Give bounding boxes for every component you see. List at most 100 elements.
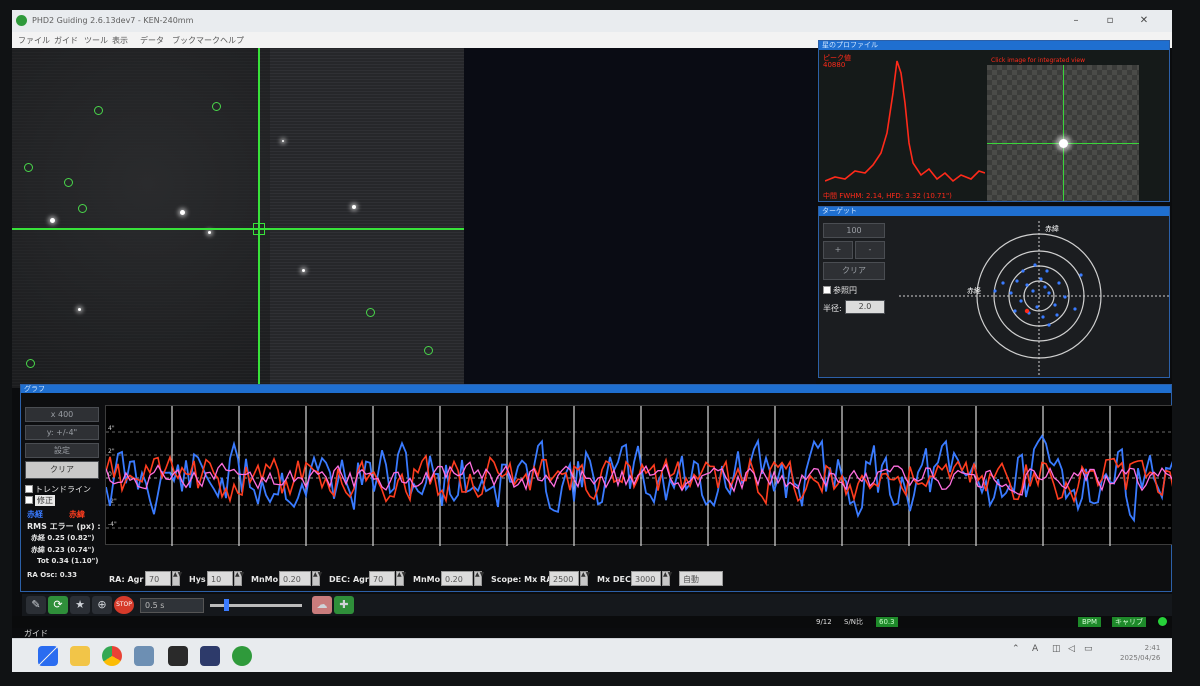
crosshair-horizontal: [12, 228, 464, 230]
trendline-label: トレンドライン: [35, 485, 91, 494]
dec-agr-label: DEC: Agr: [329, 575, 369, 584]
menu-help[interactable]: ヘルプ: [220, 35, 244, 46]
graph-y-scale-select[interactable]: y: +/-4": [25, 425, 99, 440]
connect-gear-icon[interactable]: ✎: [26, 596, 46, 614]
star: [78, 308, 81, 311]
ra-agr-spinner[interactable]: ▲▼: [172, 571, 182, 586]
mx-ra-input[interactable]: 2500: [549, 571, 579, 586]
stellarium-icon[interactable]: [200, 646, 220, 666]
ra-agr-input[interactable]: 70: [145, 571, 171, 586]
brain-icon[interactable]: ☁: [312, 596, 332, 614]
main-toolbar: ✎ ⟳ ★ ⊕ STOP 0.5 s ☁ ✚: [22, 594, 1172, 616]
taskbar-clock[interactable]: 2:41 2025/04/26: [1120, 643, 1160, 663]
target-scale-select[interactable]: 100: [823, 223, 885, 238]
terminal-icon[interactable]: [168, 646, 188, 666]
mx-dec-input[interactable]: 3000: [631, 571, 661, 586]
camera-frame[interactable]: [12, 48, 464, 388]
window-title: PHD2 Guiding 2.6.13dev7 - KEN-240mm: [32, 16, 194, 25]
star-profile-curve: [825, 60, 985, 183]
hys-label: Hys: [189, 575, 206, 584]
guide-target-icon[interactable]: ⊕: [92, 596, 112, 614]
tray-ime-icon[interactable]: A: [1032, 644, 1038, 654]
guide-star-marker: [24, 163, 33, 172]
menu-data[interactable]: データ: [140, 35, 164, 46]
graph-clear-button[interactable]: クリア: [25, 461, 99, 479]
camera-frame-empty-area: [464, 48, 816, 388]
menu-file[interactable]: ファイル: [18, 35, 50, 46]
tray-battery-icon[interactable]: ▭: [1084, 644, 1093, 654]
target-zoom-out-button[interactable]: -: [855, 241, 885, 259]
auto-select-star-icon[interactable]: ★: [70, 596, 90, 614]
dec-mnmo-input[interactable]: 0.20: [441, 571, 473, 586]
guide-star-marker: [64, 178, 73, 187]
graph-settings-button[interactable]: 設定: [25, 443, 99, 458]
desktop-screen: PHD2 Guiding 2.6.13dev7 - KEN-240mm – ▫ …: [12, 10, 1172, 672]
target-zoom-in-button[interactable]: +: [823, 241, 853, 259]
ref-circle-label: 参照円: [833, 286, 857, 295]
dec-mnmo-label: MnMo: [413, 575, 441, 584]
tray-chevron-icon[interactable]: ⌃: [1012, 644, 1020, 654]
dec-mnmo-spinner[interactable]: ▲▼: [474, 571, 484, 586]
close-button[interactable]: ✕: [1130, 12, 1158, 30]
trendline-checkbox[interactable]: [25, 485, 33, 493]
guide-star-box: [253, 223, 265, 235]
mx-dec-spinner[interactable]: ▲▼: [662, 571, 672, 586]
tray-volume-icon[interactable]: ◁: [1068, 644, 1075, 654]
hys-input[interactable]: 10: [207, 571, 233, 586]
radius-label: 半径:: [823, 304, 842, 313]
target-clear-button[interactable]: クリア: [823, 262, 885, 280]
bpm-indicator: BPM: [1078, 617, 1102, 627]
windows-taskbar: ⌃ A ◫ ◁ ▭ 2:41 2025/04/26: [12, 638, 1172, 672]
snr-value: 60.3: [876, 617, 898, 627]
phd2-taskbar-icon[interactable]: [232, 646, 252, 666]
dec-agr-input[interactable]: 70: [369, 571, 395, 586]
exposure-select[interactable]: 0.5 s: [140, 598, 204, 613]
star: [282, 140, 284, 142]
ra-mnmo-label: MnMo: [251, 575, 279, 584]
guide-star-marker: [212, 102, 221, 111]
mx-dec-label: Mx DEC: [597, 575, 631, 584]
sky-background-bright: [270, 48, 464, 388]
guide-star-marker: [366, 308, 375, 317]
ra-mnmo-spinner[interactable]: ▲▼: [312, 571, 322, 586]
hys-spinner[interactable]: ▲▼: [234, 571, 244, 586]
guide-graph-plot: 4" 2" 0 -2" -4": [105, 405, 1172, 546]
star-profile-header: 星のプロファイル: [819, 41, 1169, 50]
correction-label: 修正: [35, 495, 55, 506]
camera-app-icon[interactable]: [134, 646, 154, 666]
chrome-icon[interactable]: [102, 646, 122, 666]
correction-checkbox[interactable]: [25, 496, 33, 504]
menu-guide[interactable]: ガイド: [54, 35, 78, 46]
target-plot: 赤緯 赤経: [899, 221, 1169, 375]
dec-agr-spinner[interactable]: ▲▼: [396, 571, 406, 586]
target-axis-top-label: 赤緯: [1045, 224, 1059, 233]
menu-tools[interactable]: ツール: [84, 35, 108, 46]
menu-bookmarks[interactable]: ブックマーク: [172, 35, 220, 46]
windows-start-icon[interactable]: [38, 646, 58, 666]
star-thumbnail[interactable]: [987, 65, 1139, 201]
file-explorer-icon[interactable]: [70, 646, 90, 666]
loop-icon[interactable]: ⟳: [48, 596, 68, 614]
star: [352, 205, 356, 209]
rms-title: RMS エラー (px) :: [27, 522, 101, 531]
radius-input[interactable]: 2.0: [845, 300, 885, 314]
star: [302, 269, 305, 272]
tray-network-icon[interactable]: ◫: [1052, 644, 1061, 654]
phd2-app-icon: [16, 15, 27, 26]
star: [180, 210, 185, 215]
guide-graph-panel: グラフ x 400 y: +/-4" 設定 クリア トレンドライン 修正 赤経 …: [20, 384, 1172, 592]
graph-x-scale-select[interactable]: x 400: [25, 407, 99, 422]
ref-circle-checkbox[interactable]: [823, 286, 831, 294]
minimize-button[interactable]: –: [1062, 12, 1090, 30]
maximize-button[interactable]: ▫: [1096, 12, 1124, 30]
menu-view[interactable]: 表示: [112, 35, 128, 46]
gamma-slider-thumb[interactable]: [224, 599, 229, 611]
target-panel: ターゲット 100 + - クリア 参照円 半径: 2.0 赤緯 赤経: [818, 206, 1170, 378]
guiding-assistant-icon[interactable]: ✚: [334, 596, 354, 614]
profile-stats: 中間 FWHM: 2.14, HFD: 3.32 (10.71"): [823, 192, 952, 200]
mx-ra-spinner[interactable]: ▲▼: [580, 571, 590, 586]
ra-mnmo-input[interactable]: 0.20: [279, 571, 311, 586]
scope-mx-ra-label: Scope: Mx RA: [491, 575, 553, 584]
stop-icon[interactable]: STOP: [114, 596, 134, 614]
dec-mode-select[interactable]: 自動: [679, 571, 723, 586]
